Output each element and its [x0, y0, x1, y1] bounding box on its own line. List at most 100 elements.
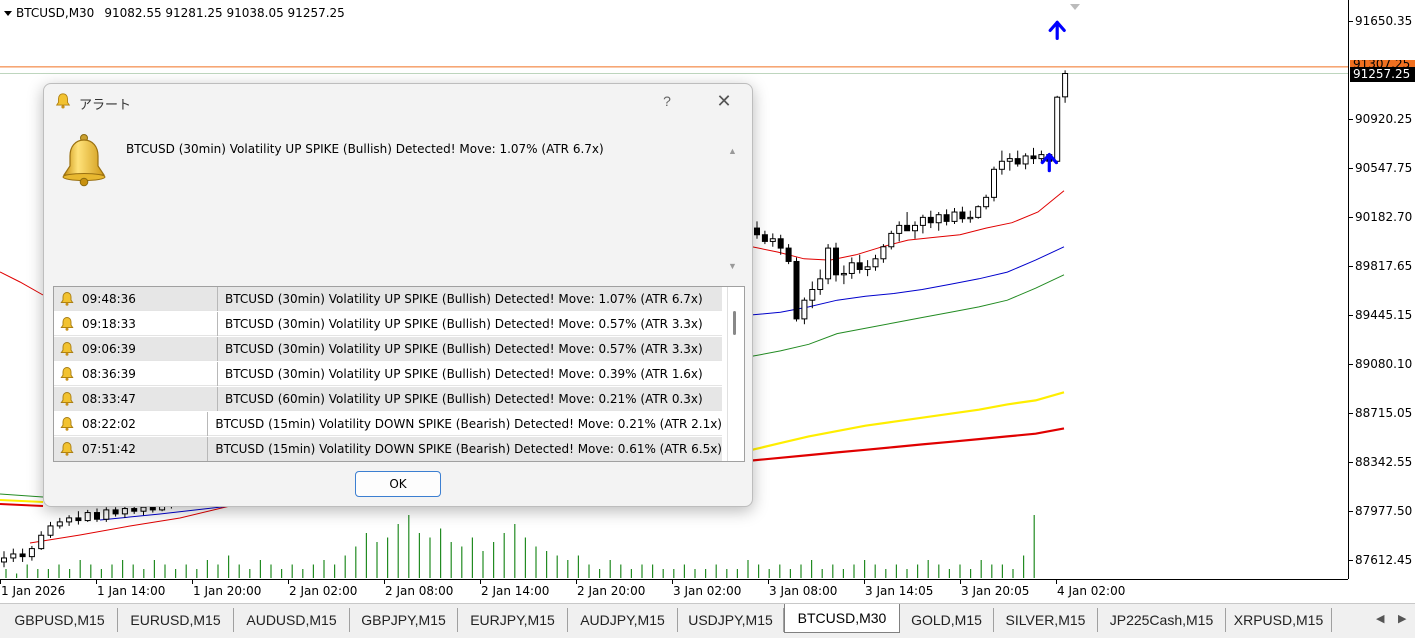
tab-audjpy-m15[interactable]: AUDJPY,M15 [568, 608, 678, 632]
candle-body [149, 506, 156, 511]
candle-body [38, 534, 45, 550]
tab-gbpjpy-m15[interactable]: GBPJPY,M15 [350, 608, 458, 632]
price-label: 89080.10 [1355, 357, 1413, 371]
alert-message: BTCUSD (30min) Volatility UP SPIKE (Bull… [126, 142, 604, 156]
candle-body [896, 224, 903, 234]
up-arrow-signal [1048, 20, 1066, 40]
tab-gbpusd-m15[interactable]: GBPUSD,M15 [2, 608, 118, 632]
price-axis[interactable]: 91650.35 90920.25 90547.75 90182.70 89817.65… [1348, 0, 1415, 579]
alert-text: BTCUSD (30min) Volatility UP SPIKE (Bull… [225, 366, 703, 381]
alert-dialog: アラート ? ✕ BTCUSD (30min) Volatility UP SP… [43, 83, 753, 507]
bell-icon [59, 366, 75, 382]
alert-row[interactable]: 09:48:36 BTCUSD (30min) Volatility UP SPI… [54, 287, 722, 311]
tab-gold-m15[interactable]: GOLD,M15 [900, 608, 994, 632]
alert-history-list[interactable]: 09:48:36 BTCUSD (30min) Volatility UP SPI… [53, 286, 745, 462]
price-tick [1349, 364, 1353, 365]
candle-body [959, 211, 966, 220]
candle-body [943, 214, 950, 222]
candle-body [919, 216, 926, 226]
price-tick [1349, 266, 1353, 267]
price-label: 88342.55 [1355, 455, 1413, 469]
price-label: 89445.15 [1355, 308, 1413, 322]
bell-icon [55, 93, 71, 109]
candle-body [131, 508, 138, 512]
alert-time: 07:51:42 [75, 436, 209, 461]
candle-body [66, 517, 73, 523]
candle-body [75, 517, 82, 522]
scroll-down-icon[interactable]: ▼ [728, 261, 737, 271]
time-label: 2 Jan 14:00 [481, 584, 550, 598]
alert-text: BTCUSD (30min) Volatility UP SPIKE (Bull… [225, 316, 703, 331]
time-axis[interactable]: 1 Jan 2026 1 Jan 14:00 1 Jan 20:00 2 Jan 02… [0, 579, 1348, 603]
price-tick [1349, 462, 1353, 463]
candle-body [801, 299, 808, 320]
close-button[interactable]: ✕ [712, 90, 736, 112]
candle-body [1006, 158, 1013, 162]
tab-eurjpy-m15[interactable]: EURJPY,M15 [458, 608, 568, 632]
price-tick [1349, 21, 1353, 22]
candle-body [880, 246, 887, 260]
alert-row[interactable]: 08:33:47 BTCUSD (60min) Volatility UP SPI… [54, 386, 722, 411]
bell-icon [59, 291, 75, 307]
candle-body [983, 196, 990, 208]
candle-body [856, 262, 863, 270]
candle-body [1014, 158, 1021, 165]
candle-body [848, 262, 855, 274]
price-tick [1349, 168, 1353, 169]
candle-body [777, 238, 784, 249]
candle-body [793, 260, 800, 320]
alert-time: 09:18:33 [75, 311, 218, 336]
bell-icon [59, 341, 75, 357]
scrollbar-thumb[interactable] [733, 311, 736, 335]
ok-button[interactable]: OK [355, 471, 441, 497]
alert-text: BTCUSD (15min) Volatility DOWN SPIKE (Be… [215, 416, 722, 431]
tabs-next-icon[interactable]: ▶ [1398, 612, 1406, 625]
tab-usdjpy-m15[interactable]: USDJPY,M15 [678, 608, 784, 632]
help-button[interactable]: ? [658, 90, 676, 112]
candle-body [888, 232, 895, 248]
alert-row[interactable]: 08:36:39 BTCUSD (30min) Volatility UP SPI… [54, 361, 722, 386]
time-label: 3 Jan 08:00 [769, 584, 838, 598]
alert-time: 08:33:47 [75, 386, 218, 411]
candle-body [840, 272, 847, 276]
symbol-menu-icon[interactable] [4, 10, 12, 16]
tab-audusd-m15[interactable]: AUDUSD,M15 [234, 608, 350, 632]
list-scrollbar[interactable] [727, 287, 744, 461]
bell-icon [59, 416, 75, 432]
symbol-header[interactable]: BTCUSD,M30 91082.55 91281.25 91038.05 91… [4, 6, 345, 20]
tab-eurusd-m15[interactable]: EURUSD,M15 [118, 608, 234, 632]
candle-body [809, 289, 816, 301]
time-label: 2 Jan 20:00 [577, 584, 646, 598]
tabs-prev-icon[interactable]: ◀ [1376, 612, 1384, 625]
candle-body [935, 214, 942, 224]
candle-body [1062, 73, 1069, 98]
alert-row[interactable]: 08:22:02 BTCUSD (15min) Volatility DOWN S… [54, 411, 722, 436]
candle-body [10, 553, 17, 559]
chart-shift-marker [1070, 4, 1080, 10]
candle-body [140, 506, 147, 512]
dialog-titlebar[interactable]: アラート ? ✕ [44, 84, 752, 120]
alert-text: BTCUSD (30min) Volatility UP SPIKE (Bull… [225, 341, 703, 356]
price-label: 88715.05 [1355, 406, 1413, 420]
scroll-up-icon[interactable]: ▲ [728, 146, 737, 156]
tab-xrpusd-m15[interactable]: XRPUSD,M15 [1226, 608, 1332, 632]
time-label: 2 Jan 08:00 [385, 584, 454, 598]
candle-body [1030, 155, 1037, 160]
tab-silver-m15[interactable]: SILVER,M15 [994, 608, 1098, 632]
alert-row[interactable]: 09:18:33 BTCUSD (30min) Volatility UP SPI… [54, 311, 722, 336]
time-label: 1 Jan 2026 [1, 584, 66, 598]
candle-body [998, 160, 1005, 170]
time-label: 2 Jan 02:00 [289, 584, 358, 598]
time-label: 1 Jan 20:00 [193, 584, 262, 598]
ohlc-values: 91082.55 91281.25 91038.05 91257.25 [104, 6, 345, 20]
candle-body [833, 247, 839, 276]
candle-body [121, 508, 128, 515]
alert-row[interactable]: 09:06:39 BTCUSD (30min) Volatility UP SPI… [54, 336, 722, 361]
tab-btcusd-m30[interactable]: BTCUSD,M30 [784, 604, 900, 633]
tab-jp225cash-m15[interactable]: JP225Cash,M15 [1098, 608, 1226, 632]
alert-time: 08:22:02 [75, 411, 209, 436]
candle-body [1, 557, 7, 563]
ma-line-slow-left [0, 493, 44, 498]
alert-row[interactable]: 07:51:42 BTCUSD (15min) Volatility DOWN S… [54, 436, 722, 461]
price-tick [1349, 119, 1353, 120]
